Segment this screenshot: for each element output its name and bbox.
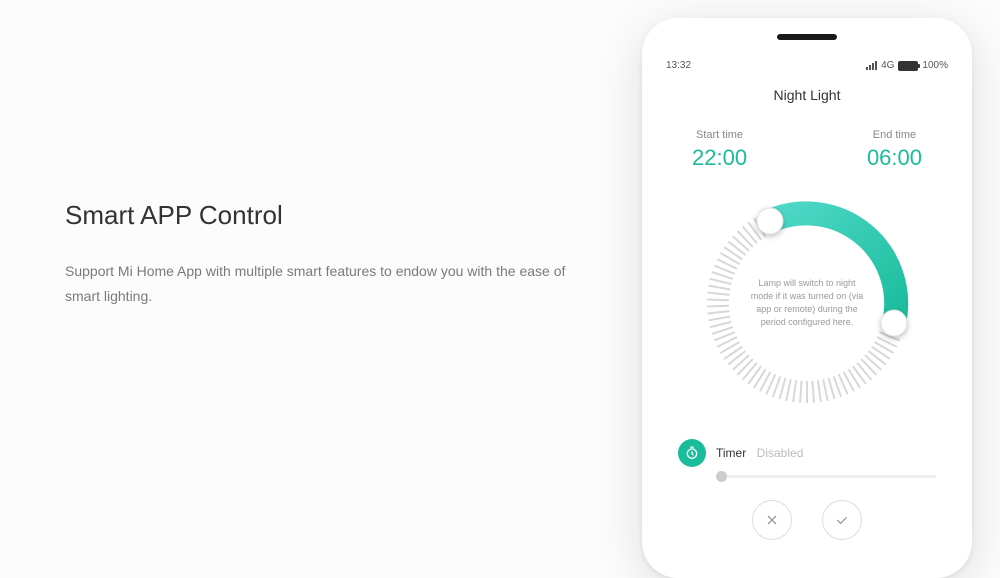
phone-earpiece <box>777 34 837 40</box>
page-title: Night Light <box>652 87 962 103</box>
start-time-value: 22:00 <box>692 145 747 171</box>
phone-frame: 13:32 4G 100% Night Light Start time 22:… <box>642 18 972 578</box>
time-range-dial[interactable]: Lamp will switch to night mode if it was… <box>697 193 917 413</box>
timer-slider[interactable] <box>716 475 936 478</box>
status-bar: 13:32 4G 100% <box>652 50 962 75</box>
phone-screen: 13:32 4G 100% Night Light Start time 22:… <box>652 28 962 568</box>
end-time-label: End time <box>867 129 922 141</box>
confirm-button[interactable] <box>822 500 862 540</box>
start-time-block[interactable]: Start time 22:00 <box>692 129 747 171</box>
battery-label: 100% <box>922 60 948 71</box>
headline: Smart APP Control <box>65 200 620 231</box>
timer-status: Disabled <box>757 446 804 460</box>
cancel-button[interactable] <box>752 500 792 540</box>
time-row: Start time 22:00 End time 06:00 <box>652 129 962 171</box>
end-time-block[interactable]: End time 06:00 <box>867 129 922 171</box>
dial-start-handle[interactable] <box>757 208 783 234</box>
timer-label: Timer <box>716 446 746 460</box>
bottom-actions <box>652 500 962 540</box>
close-icon <box>764 512 780 528</box>
description: Support Mi Home App with multiple smart … <box>65 259 585 309</box>
dial-description: Lamp will switch to night mode if it was… <box>747 277 867 329</box>
timer-row[interactable]: Timer Disabled <box>652 439 962 467</box>
signal-icon <box>866 61 877 70</box>
start-time-label: Start time <box>692 129 747 141</box>
dial-end-handle[interactable] <box>881 310 907 336</box>
network-label: 4G <box>881 60 894 71</box>
marketing-panel: Smart APP Control Support Mi Home App wi… <box>0 0 620 531</box>
status-time: 13:32 <box>666 60 691 71</box>
check-icon <box>834 512 850 528</box>
end-time-value: 06:00 <box>867 145 922 171</box>
battery-icon <box>898 61 918 71</box>
status-right: 4G 100% <box>866 60 948 71</box>
timer-label-group: Timer Disabled <box>716 444 803 462</box>
phone-mockup: 13:32 4G 100% Night Light Start time 22:… <box>642 18 972 578</box>
timer-slider-knob[interactable] <box>716 471 727 482</box>
timer-icon <box>678 439 706 467</box>
